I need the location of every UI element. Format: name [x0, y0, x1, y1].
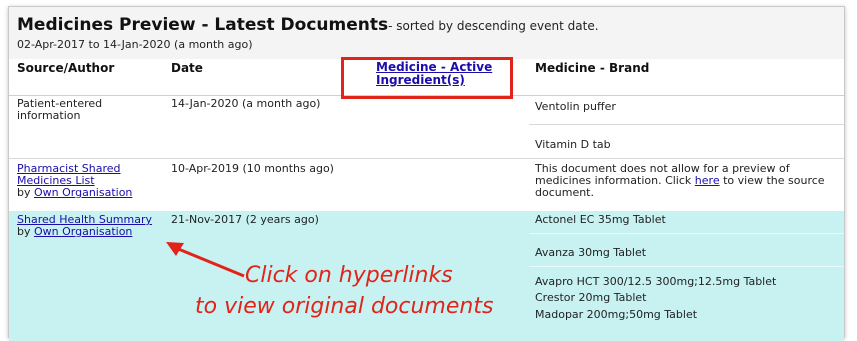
row3-brand-2: Avanza 30mg Tablet: [535, 246, 647, 259]
row1-source-line2: information: [17, 109, 81, 122]
annotation-highlight-box: [341, 57, 513, 99]
annotation-callout-line1: Click on hyperlinks: [245, 263, 453, 288]
row-divider: [9, 158, 844, 159]
title-text: Medicines Preview - Latest Documents: [17, 15, 389, 35]
column-header-source-author: Source/Author: [17, 61, 115, 75]
row3-brand-1: Actonel EC 35mg Tablet: [535, 213, 666, 226]
column-header-date: Date: [171, 61, 203, 75]
pharmacist-shared-medicines-link[interactable]: Pharmacist Shared Medicines List: [17, 162, 121, 187]
row3-divider-2: [529, 266, 844, 267]
view-source-here-link[interactable]: here: [695, 174, 720, 187]
medicines-preview-panel: Medicines Preview - Latest Documents- so…: [8, 6, 845, 341]
row2-date: 10-Apr-2019 (10 months ago): [171, 162, 334, 175]
page-title: Medicines Preview - Latest Documents- so…: [17, 15, 599, 35]
row3-own-organisation-link[interactable]: Own Organisation: [34, 225, 132, 238]
column-header-brand: Medicine - Brand: [535, 61, 650, 75]
row2-own-organisation-link[interactable]: Own Organisation: [34, 186, 132, 199]
row1-date: 14-Jan-2020 (a month ago): [171, 97, 321, 110]
row2-by: by: [17, 186, 31, 199]
row2-source: Pharmacist Shared Medicines List by Own O…: [17, 163, 132, 199]
row3-source: Shared Health Summary by Own Organisatio…: [17, 214, 152, 238]
row1-source: Patient-entered information: [17, 98, 102, 122]
annotation-arrow-icon: [166, 242, 245, 278]
row3-brand-5: Madopar 200mg;50mg Tablet: [535, 308, 698, 321]
row3-date: 21-Nov-2017 (2 years ago): [171, 213, 319, 226]
title-subtitle: - sorted by descending event date.: [388, 19, 599, 33]
annotation-callout-line2: to view original documents: [195, 294, 494, 319]
row3-by: by: [17, 225, 31, 238]
row3-divider-1: [529, 233, 844, 234]
row2-note: This document does not allow for a previ…: [535, 163, 825, 199]
row1-inner-divider: [529, 124, 844, 125]
row3-brand-4: Crestor 20mg Tablet: [535, 291, 647, 304]
row1-brand-1: Ventolin puffer: [535, 100, 616, 113]
row2-note-line2b: to view the source: [723, 174, 825, 187]
row2-note-line3: document.: [535, 186, 594, 199]
row3-brand-3: Avapro HCT 300/12.5 300mg;12.5mg Tablet: [535, 275, 777, 288]
date-range: 02-Apr-2017 to 14-Jan-2020 (a month ago): [17, 38, 253, 51]
row1-brand-2: Vitamin D tab: [535, 138, 611, 151]
